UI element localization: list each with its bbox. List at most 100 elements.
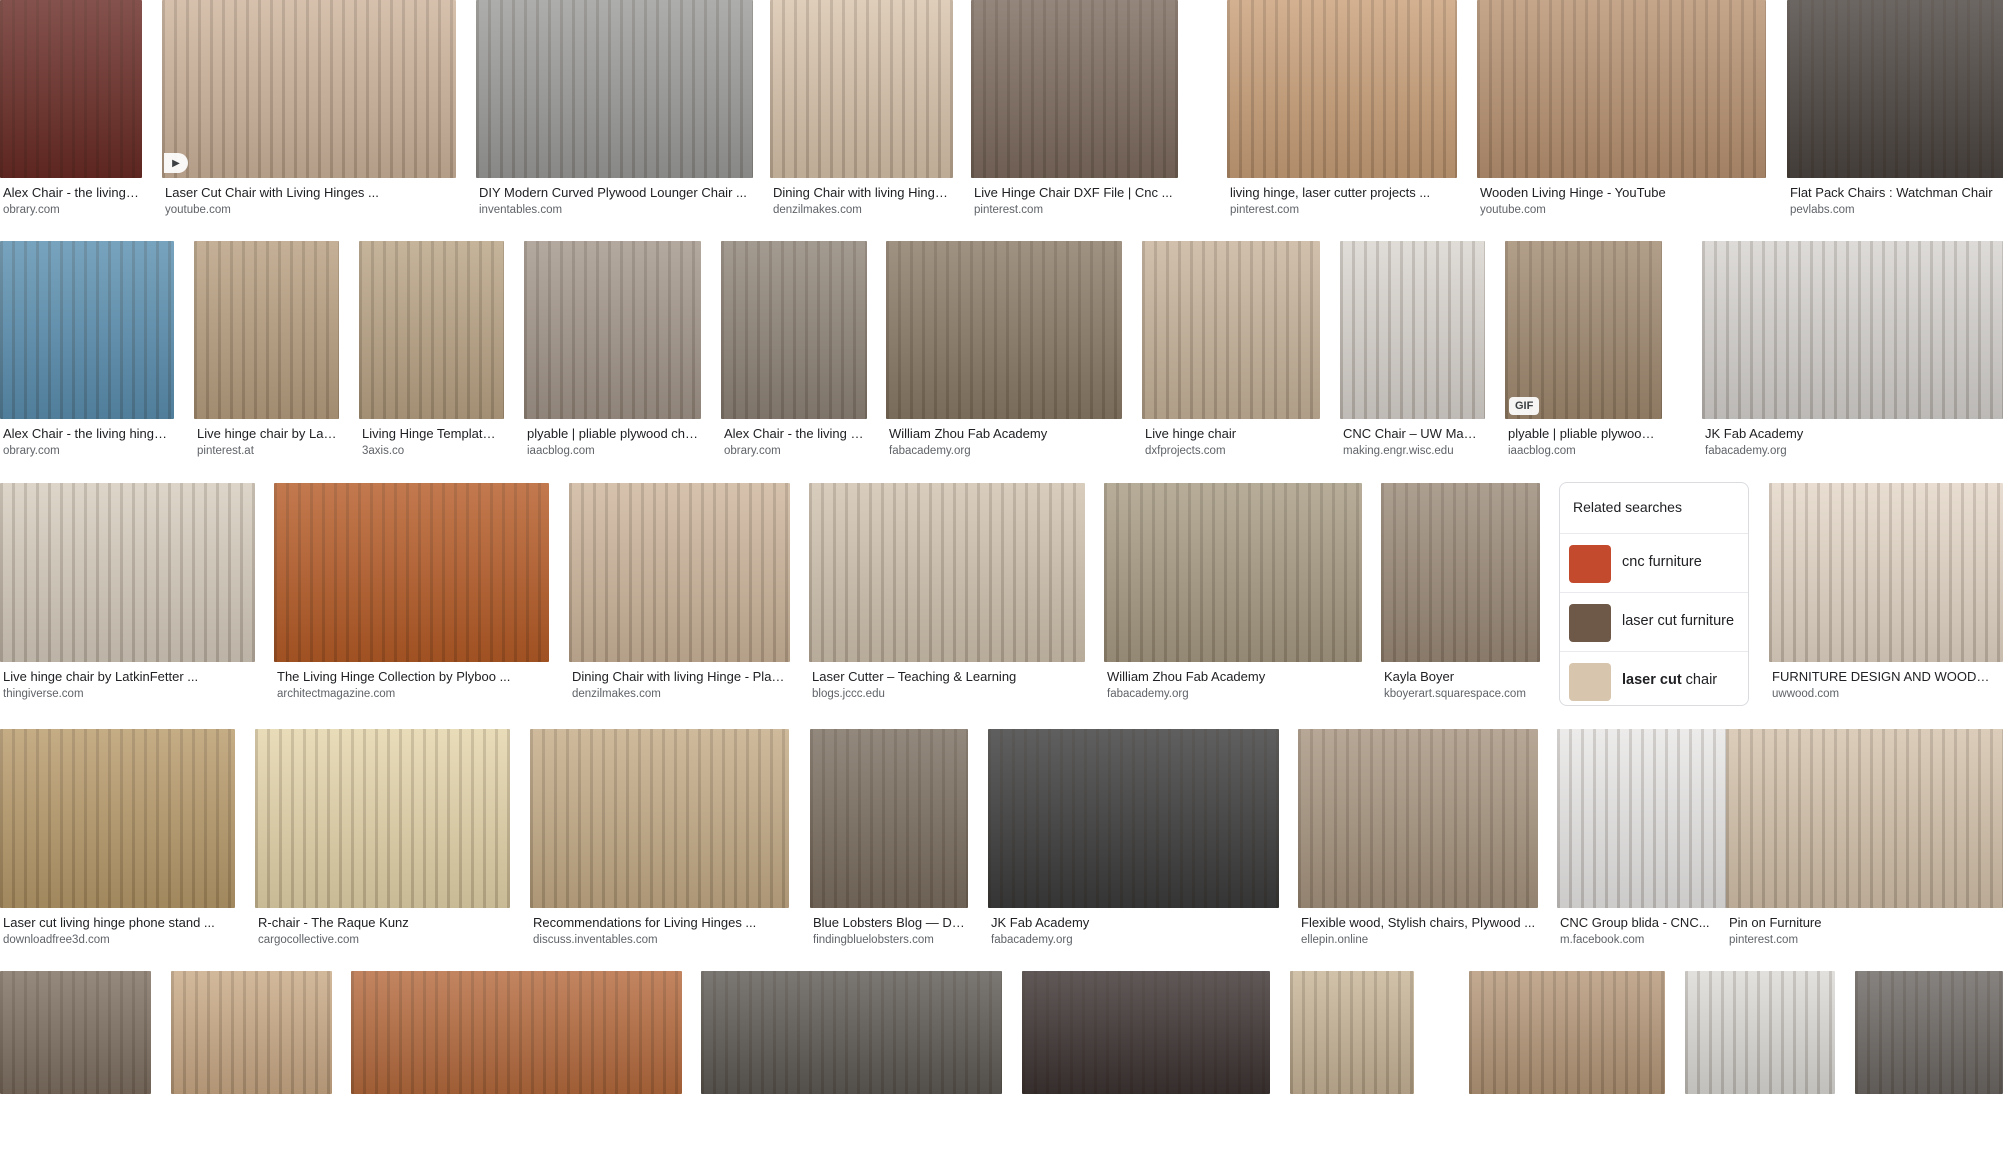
image-result[interactable]	[1685, 971, 1835, 1156]
result-thumbnail[interactable]	[1855, 971, 2003, 1094]
result-source[interactable]: denzilmakes.com	[773, 203, 951, 217]
result-thumbnail[interactable]	[530, 729, 789, 908]
result-thumbnail[interactable]	[1505, 241, 1662, 419]
result-thumbnail[interactable]	[359, 241, 504, 419]
image-result[interactable]: Live hinge chair by LatkinFetter ... thin…	[0, 483, 255, 724]
result-source[interactable]: fabacademy.org	[889, 444, 1120, 458]
image-result[interactable]: FURNITURE DESIGN AND WOODWORKING uwwood.c…	[1769, 483, 2003, 724]
result-thumbnail[interactable]	[1685, 971, 1835, 1094]
result-title[interactable]: Alex Chair - the living hinge chair	[3, 185, 140, 201]
result-thumbnail[interactable]	[1022, 971, 1270, 1094]
result-source[interactable]: pinterest.com	[1729, 933, 2001, 947]
result-source[interactable]: inventables.com	[479, 203, 751, 217]
result-title[interactable]: DIY Modern Curved Plywood Lounger Chair …	[479, 185, 751, 201]
result-title[interactable]: Pin on Furniture	[1729, 915, 2001, 931]
result-title[interactable]: Alex Chair - the living hinge chair	[3, 426, 172, 442]
result-thumbnail[interactable]	[1469, 971, 1665, 1094]
result-thumbnail[interactable]	[971, 0, 1178, 178]
result-source[interactable]: kboyerart.squarespace.com	[1384, 687, 1538, 701]
image-result[interactable]: JK Fab Academy fabacademy.org	[1702, 241, 2003, 481]
image-result[interactable]	[1290, 971, 1414, 1156]
result-source[interactable]: discuss.inventables.com	[533, 933, 787, 947]
image-result[interactable]: plyable | pliable plywood chair iaacblog.…	[524, 241, 701, 481]
result-title[interactable]: Dining Chair with living Hinge - Plans .…	[572, 669, 788, 685]
result-title[interactable]: Wooden Living Hinge - YouTube	[1480, 185, 1764, 201]
result-thumbnail[interactable]	[0, 729, 235, 908]
result-source[interactable]: pevlabs.com	[1790, 203, 2003, 217]
result-thumbnail[interactable]	[524, 241, 701, 419]
image-result[interactable]: DIY Modern Curved Plywood Lounger Chair …	[476, 0, 753, 240]
result-source[interactable]: cargocollective.com	[258, 933, 508, 947]
related-search-cnc-furniture[interactable]: cnc furniture	[1560, 533, 1748, 593]
image-result[interactable]: Flat Pack Chairs : Watchman Chair pevlabs…	[1787, 0, 2003, 240]
result-thumbnail[interactable]	[1290, 971, 1414, 1094]
image-result[interactable]: Laser cut living hinge phone stand ... do…	[0, 729, 235, 970]
result-thumbnail[interactable]	[194, 241, 339, 419]
result-title[interactable]: plyable | pliable plywood chair	[527, 426, 699, 442]
result-thumbnail[interactable]	[809, 483, 1085, 662]
result-title[interactable]: living hinge, laser cutter projects ...	[1230, 185, 1455, 201]
image-result[interactable]: JK Fab Academy fabacademy.org	[988, 729, 1279, 970]
result-title[interactable]: Flat Pack Chairs : Watchman Chair	[1790, 185, 2003, 201]
result-source[interactable]: obrary.com	[3, 203, 140, 217]
result-thumbnail[interactable]	[351, 971, 682, 1094]
result-title[interactable]: Live hinge chair	[1145, 426, 1318, 442]
result-thumbnail[interactable]	[770, 0, 953, 178]
result-source[interactable]: m.facebook.com	[1560, 933, 1725, 947]
image-result[interactable]: Live Hinge Chair DXF File | Cnc ... pinte…	[971, 0, 1178, 240]
result-source[interactable]: findingbluelobsters.com	[813, 933, 966, 947]
result-title[interactable]: R-chair - The Raque Kunz	[258, 915, 508, 931]
result-title[interactable]: Recommendations for Living Hinges ...	[533, 915, 787, 931]
image-result[interactable]: Alex Chair - the living hinge chair obrar…	[0, 0, 142, 240]
result-title[interactable]: Live Hinge Chair DXF File | Cnc ...	[974, 185, 1176, 201]
result-title[interactable]: plyable | pliable plywood chair	[1508, 426, 1660, 442]
result-thumbnail[interactable]	[1227, 0, 1457, 178]
result-thumbnail[interactable]	[810, 729, 968, 908]
result-source[interactable]: obrary.com	[3, 444, 172, 458]
result-source[interactable]: pinterest.com	[974, 203, 1176, 217]
image-result[interactable]: The Living Hinge Collection by Plyboo ..…	[274, 483, 549, 724]
result-title[interactable]: Live hinge chair by LatkinFetter	[197, 426, 337, 442]
result-thumbnail[interactable]	[1142, 241, 1320, 419]
result-thumbnail[interactable]	[988, 729, 1279, 908]
image-result[interactable]	[1022, 971, 1270, 1156]
image-result[interactable]: Laser Cutter – Teaching & Learning blogs.…	[809, 483, 1085, 724]
result-title[interactable]: Blue Lobsters Blog — Deb...	[813, 915, 966, 931]
result-title[interactable]: Kayla Boyer	[1384, 669, 1538, 685]
result-source[interactable]: 3axis.co	[362, 444, 502, 458]
result-thumbnail[interactable]	[1340, 241, 1485, 419]
result-thumbnail[interactable]	[0, 971, 151, 1094]
result-title[interactable]: FURNITURE DESIGN AND WOODWORKING	[1772, 669, 2001, 685]
image-result[interactable]: R-chair - The Raque Kunz cargocollective.…	[255, 729, 510, 970]
result-title[interactable]: Flexible wood, Stylish chairs, Plywood .…	[1301, 915, 1536, 931]
result-source[interactable]: fabacademy.org	[1107, 687, 1360, 701]
image-result[interactable]: Recommendations for Living Hinges ... dis…	[530, 729, 789, 970]
result-source[interactable]: making.engr.wisc.edu	[1343, 444, 1483, 458]
result-thumbnail[interactable]	[1298, 729, 1538, 908]
result-source[interactable]: youtube.com	[1480, 203, 1764, 217]
result-source[interactable]: ellepin.online	[1301, 933, 1536, 947]
result-source[interactable]: pinterest.com	[1230, 203, 1455, 217]
result-source[interactable]: obrary.com	[724, 444, 865, 458]
result-thumbnail[interactable]	[0, 0, 142, 178]
result-title[interactable]: Laser Cut Chair with Living Hinges ...	[165, 185, 454, 201]
image-result[interactable]: Alex Chair - the living hinge chair obrar…	[0, 241, 174, 481]
result-thumbnail[interactable]	[0, 483, 255, 662]
image-result[interactable]: Dining Chair with living Hinge - Plans .…	[569, 483, 790, 724]
image-result[interactable]: William Zhou Fab Academy fabacademy.org	[886, 241, 1122, 481]
result-title[interactable]: Alex Chair - the living hinge chair	[724, 426, 865, 442]
result-source[interactable]: dxfprojects.com	[1145, 444, 1318, 458]
result-thumbnail[interactable]	[1787, 0, 2003, 178]
image-result[interactable]: Flexible wood, Stylish chairs, Plywood .…	[1298, 729, 1538, 970]
image-result[interactable]: ▶ Laser Cut Chair with Living Hinges ... y…	[162, 0, 456, 240]
result-source[interactable]: fabacademy.org	[991, 933, 1277, 947]
related-search-laser-cut-chair[interactable]: laser cut chair	[1560, 651, 1748, 705]
result-source[interactable]: architectmagazine.com	[277, 687, 547, 701]
image-result[interactable]	[1855, 971, 2003, 1156]
result-source[interactable]: denzilmakes.com	[572, 687, 788, 701]
result-source[interactable]: blogs.jccc.edu	[812, 687, 1083, 701]
result-thumbnail[interactable]	[1477, 0, 1766, 178]
image-result[interactable]	[1469, 971, 1665, 1156]
result-thumbnail[interactable]	[1557, 729, 1727, 908]
image-result[interactable]	[0, 971, 151, 1156]
